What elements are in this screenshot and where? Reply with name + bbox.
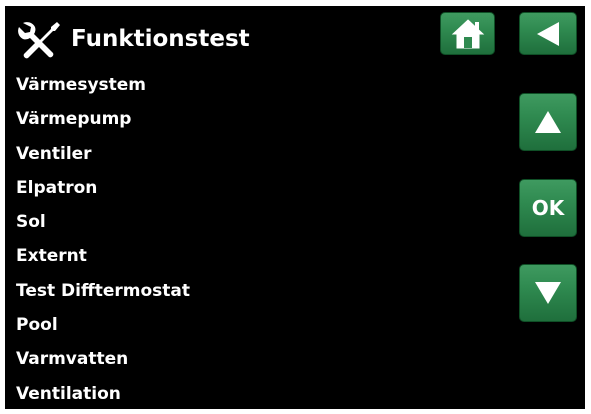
arrow-left-icon: [537, 21, 559, 46]
menu-list: Värmesystem Värmepump Ventiler Elpatron …: [16, 68, 190, 409]
ok-button[interactable]: OK: [519, 179, 577, 237]
menu-item-pool[interactable]: Pool: [16, 308, 190, 342]
menu-item-elpatron[interactable]: Elpatron: [16, 171, 190, 205]
menu-item-ventiler[interactable]: Ventiler: [16, 137, 190, 171]
menu-item-externt[interactable]: Externt: [16, 239, 190, 273]
house-icon: [451, 18, 484, 48]
menu-item-varmesystem[interactable]: Värmesystem: [16, 68, 190, 102]
arrow-up-icon: [535, 111, 561, 133]
scroll-up-button[interactable]: [519, 93, 577, 151]
scroll-down-button[interactable]: [519, 264, 577, 322]
menu-item-varmvatten[interactable]: Varmvatten: [16, 342, 190, 376]
tools-icon: [15, 17, 63, 65]
page-title: Funktionstest: [71, 26, 250, 52]
menu-item-sol[interactable]: Sol: [16, 205, 190, 239]
screen: Funktionstest OK Värmesystem Värmepump V…: [5, 6, 585, 409]
back-button[interactable]: [519, 12, 577, 55]
menu-item-ventilation[interactable]: Ventilation: [16, 377, 190, 409]
menu-item-test-difftermostat[interactable]: Test Difftermostat: [16, 274, 190, 308]
home-button[interactable]: [440, 12, 495, 55]
arrow-down-icon: [535, 282, 561, 304]
menu-item-varmepump[interactable]: Värmepump: [16, 102, 190, 136]
